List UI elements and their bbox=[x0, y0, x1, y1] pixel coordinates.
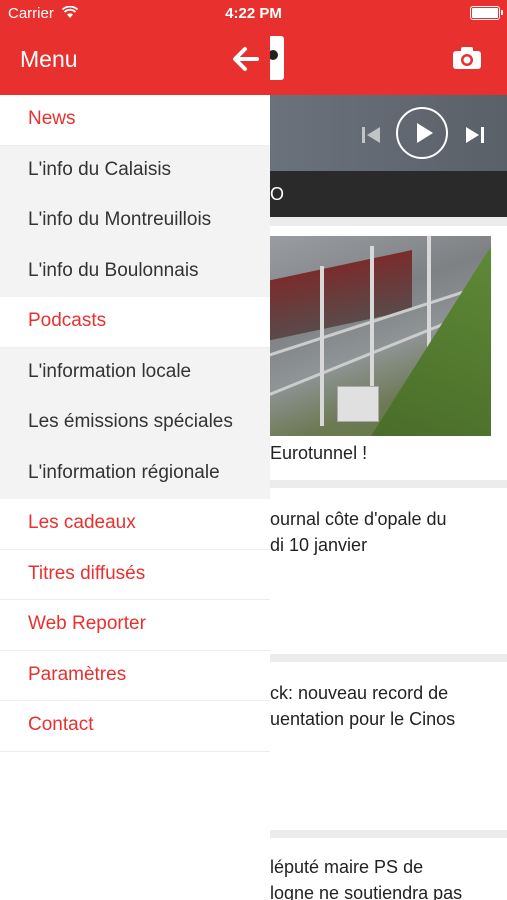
article-title-line: ournal côte d'opale du bbox=[270, 509, 447, 529]
camera-icon[interactable] bbox=[452, 46, 482, 70]
menu-item-l-information-regionale[interactable]: L'information régionale bbox=[0, 448, 270, 499]
menu-item-news[interactable]: News bbox=[0, 95, 270, 146]
menu-title: Menu bbox=[20, 46, 78, 72]
article-title-line: ck: nouveau record de bbox=[270, 683, 449, 703]
previous-icon[interactable] bbox=[360, 125, 382, 145]
menu-item-parametres[interactable]: Paramètres bbox=[0, 650, 270, 701]
menu-item-les-emissions-speciales[interactable]: Les émissions spéciales bbox=[0, 398, 270, 449]
menu-item-contact[interactable]: Contact bbox=[0, 701, 270, 752]
article-title-line: di 10 janvier bbox=[270, 535, 368, 555]
side-menu: Menu News L'info du Calaisis L'info du Mon… bbox=[0, 0, 270, 900]
next-icon[interactable] bbox=[464, 125, 486, 145]
menu-item-les-cadeaux[interactable]: Les cadeaux bbox=[0, 499, 270, 550]
article-title-line: léputé maire PS de bbox=[270, 857, 424, 877]
play-icon bbox=[417, 123, 433, 143]
play-button[interactable] bbox=[396, 107, 448, 159]
menu-item-podcasts[interactable]: Podcasts bbox=[0, 297, 270, 348]
status-bar: Carrier 4:22 PM bbox=[0, 0, 507, 28]
menu-item-l-info-du-boulonnais[interactable]: L'info du Boulonnais bbox=[0, 246, 270, 297]
menu-item-l-info-du-calaisis[interactable]: L'info du Calaisis bbox=[0, 145, 270, 196]
menu-list: News L'info du Calaisis L'info du Montreui… bbox=[0, 95, 270, 752]
menu-item-l-information-locale[interactable]: L'information locale bbox=[0, 347, 270, 398]
article-title: Eurotunnel ! bbox=[270, 443, 368, 463]
back-arrow-icon[interactable] bbox=[231, 46, 259, 72]
article-image bbox=[262, 236, 491, 436]
menu-item-web-reporter[interactable]: Web Reporter bbox=[0, 600, 270, 651]
menu-item-l-info-du-montreuillois[interactable]: L'info du Montreuillois bbox=[0, 196, 270, 247]
menu-item-titres-diffuses[interactable]: Titres diffusés bbox=[0, 549, 270, 600]
article-title-line: uentation pour le Cinos bbox=[270, 709, 456, 729]
article-title-line: logne ne soutiendra pas bbox=[270, 883, 463, 900]
battery-icon bbox=[470, 6, 503, 20]
clock: 4:22 PM bbox=[225, 5, 282, 22]
